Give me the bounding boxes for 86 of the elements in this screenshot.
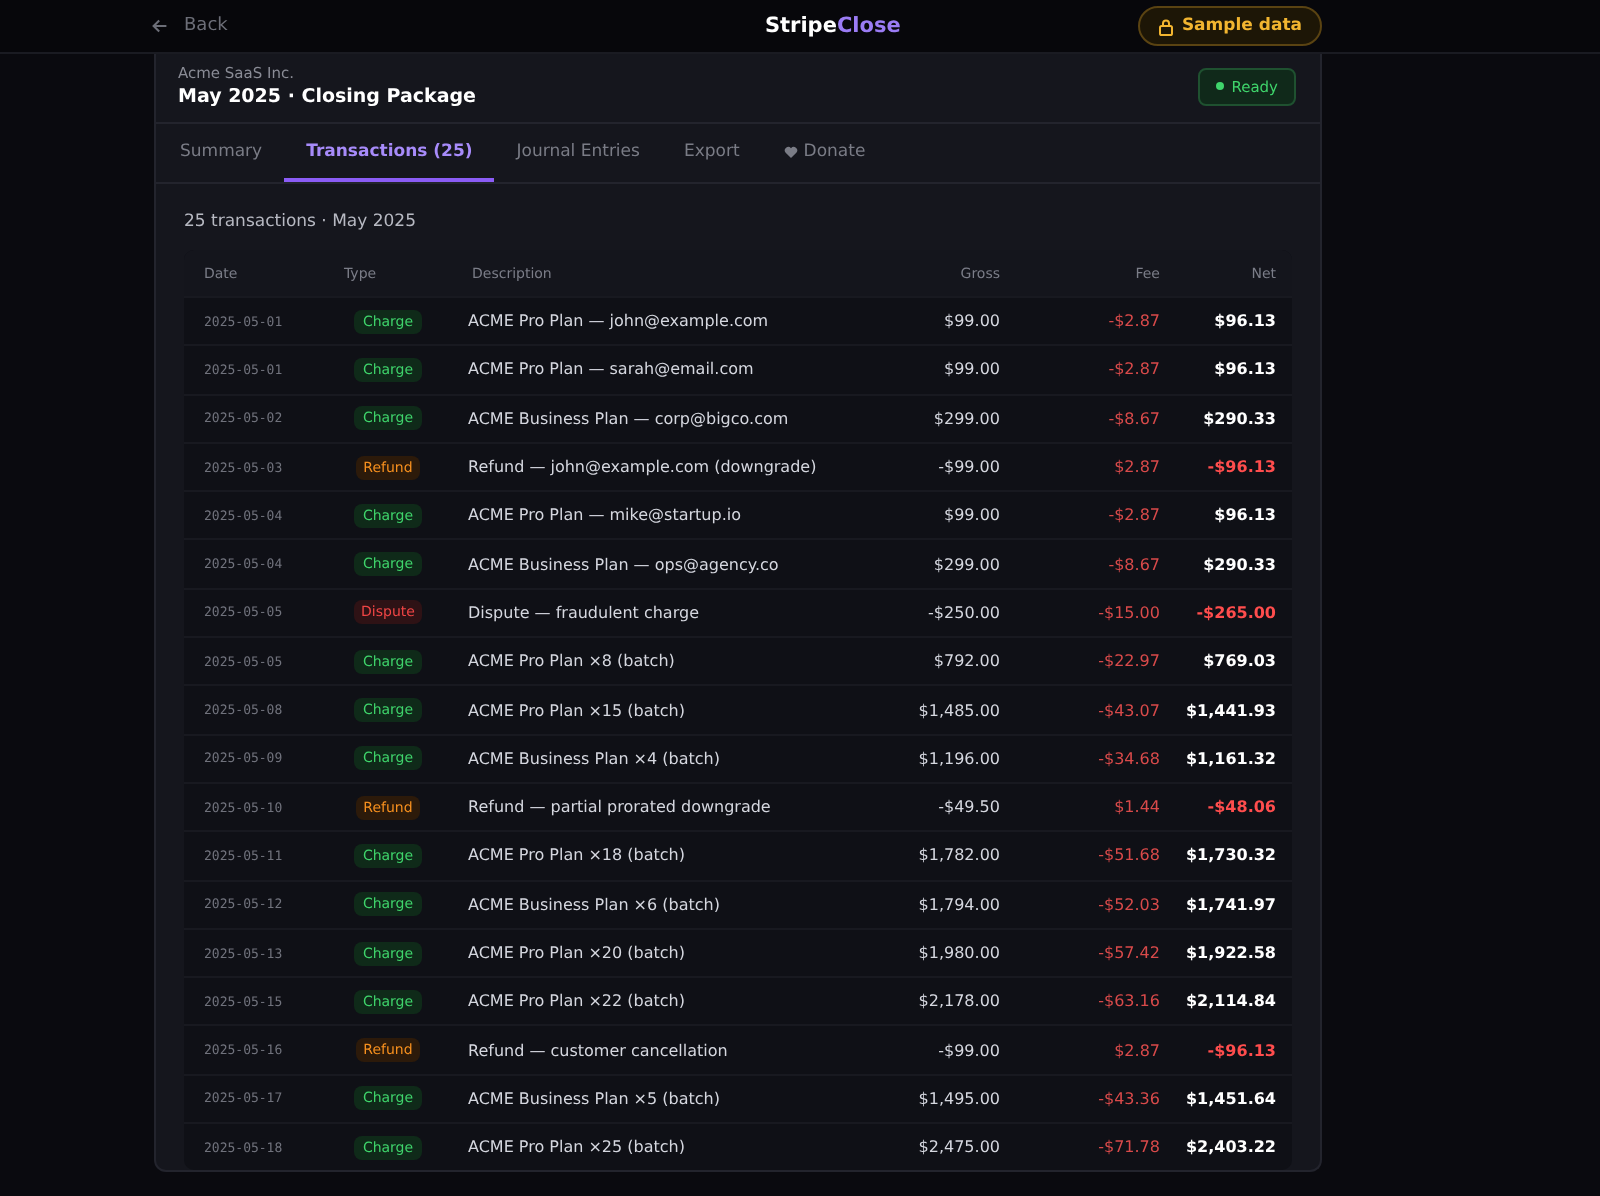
description-cell-text: ACME Pro Plan ×18 (batch) xyxy=(466,846,687,865)
net-cell-text: $290.33 xyxy=(1201,555,1276,574)
description-cell-text: ACME Pro Plan — john@example.com xyxy=(466,312,771,331)
package-title: May 2025 · Closing Package xyxy=(178,86,476,108)
gross-cell-text: -$250.00 xyxy=(926,603,1000,622)
gross-cell-text: $99.00 xyxy=(942,360,1000,379)
gross-cell-text: $1,980.00 xyxy=(916,944,1000,962)
fee-cell-text: -$43.07 xyxy=(1096,701,1160,720)
fee-cell-text: -$43.36 xyxy=(1096,1089,1160,1108)
net-cell-text: $96.13 xyxy=(1212,360,1276,379)
description-cell-text: Refund — john@example.com (downgrade) xyxy=(466,458,819,477)
gross-cell-text: $1,196.00 xyxy=(916,749,1000,768)
tab[interactable]: Donate xyxy=(761,124,888,182)
gross-cell-text: $1,495.00 xyxy=(916,1089,1000,1108)
fee-cell-text: $2.87 xyxy=(1112,458,1160,477)
net-cell-text: $1,922.58 xyxy=(1183,944,1276,962)
fee-cell-text: -$15.00 xyxy=(1096,603,1160,622)
gross-cell-text: $1,794.00 xyxy=(916,895,1000,914)
gross-cell-text: $299.00 xyxy=(931,409,1000,428)
gross-cell-text: -$99.00 xyxy=(936,458,1000,477)
description-cell-text: ACME Business Plan ×6 (batch) xyxy=(466,895,722,914)
description-cell-text: ACME Business Plan ×4 (batch) xyxy=(466,749,722,768)
status-dot-icon xyxy=(1215,82,1224,90)
sample-data-label: Sample data xyxy=(1181,16,1302,36)
gross-cell-text: $299.00 xyxy=(931,555,1000,574)
net-cell-text: $2,403.22 xyxy=(1183,1138,1276,1157)
description-cell-text: Refund — partial prorated downgrade xyxy=(466,798,773,817)
description-cell-text: Refund — customer cancellation xyxy=(466,1041,730,1060)
description-cell-text: ACME Pro Plan ×15 (batch) xyxy=(466,701,687,720)
fee-cell-text: -$2.87 xyxy=(1106,506,1160,525)
fee-cell-text: -$52.03 xyxy=(1096,895,1160,914)
gross-cell-text: $2,178.00 xyxy=(916,992,1000,1011)
net-cell-text: $769.03 xyxy=(1201,652,1276,671)
description-cell-text: ACME Business Plan ×5 (batch) xyxy=(466,1089,722,1108)
fee-cell-text: $1.44 xyxy=(1112,798,1160,817)
net-cell-text: -$96.13 xyxy=(1205,1041,1276,1060)
fee-cell-text: -$22.97 xyxy=(1096,652,1160,671)
description-cell-text: ACME Pro Plan — sarah@email.com xyxy=(466,360,756,379)
gross-cell-text: $2,475.00 xyxy=(916,1138,1000,1157)
fee-cell-text: -$2.87 xyxy=(1106,312,1160,331)
fee-cell-text: -$63.16 xyxy=(1096,992,1160,1011)
back-link[interactable]: Back xyxy=(152,16,228,36)
net-cell-text: $1,161.32 xyxy=(1183,749,1276,768)
description-cell-text: ACME Pro Plan ×22 (batch) xyxy=(466,992,687,1011)
net-cell-text: $290.33 xyxy=(1201,409,1276,428)
description-cell-text: ACME Pro Plan — mike@startup.io xyxy=(466,506,743,525)
net-cell-text: -$265.00 xyxy=(1194,603,1276,622)
net-cell-text: $2,114.84 xyxy=(1183,992,1276,1011)
description-cell-text: ACME Business Plan — corp@bigco.com xyxy=(466,409,791,428)
tab[interactable]: Summary xyxy=(158,124,285,182)
lock-icon xyxy=(1157,17,1174,35)
gross-cell-text: $1,782.00 xyxy=(916,846,1000,865)
heart-icon xyxy=(783,146,798,158)
gross-cell-text: $99.00 xyxy=(942,506,1000,525)
fee-cell-text: -$8.67 xyxy=(1106,555,1160,574)
net-cell-text: $96.13 xyxy=(1212,506,1276,525)
description-cell-text: Dispute — fraudulent charge xyxy=(466,603,701,622)
transactions-summary: 25 transactions · May 2025 xyxy=(184,212,418,232)
description-cell-text: ACME Business Plan — ops@agency.co xyxy=(466,555,781,574)
tab[interactable]: Journal Entries xyxy=(494,124,662,182)
back-arrow-icon xyxy=(152,18,168,34)
gross-cell-text: $792.00 xyxy=(931,652,1000,671)
fee-cell-text: -$57.42 xyxy=(1096,944,1160,962)
gross-cell-text: -$49.50 xyxy=(936,798,1000,817)
description-cell-text: ACME Pro Plan ×8 (batch) xyxy=(466,652,677,671)
fee-cell-text: -$51.68 xyxy=(1096,846,1160,865)
tab[interactable]: Transactions (25) xyxy=(284,124,495,182)
fee-cell-text: -$34.68 xyxy=(1096,749,1160,768)
net-cell-text: -$48.06 xyxy=(1205,798,1276,817)
tab[interactable]: Export xyxy=(661,124,762,182)
net-cell-text: $1,441.93 xyxy=(1183,701,1276,720)
app-logo: StripeClose xyxy=(764,14,901,38)
gross-cell-text: $1,485.00 xyxy=(916,701,1000,720)
fee-cell-text: -$71.78 xyxy=(1096,1138,1160,1157)
net-cell-text: $1,730.32 xyxy=(1183,846,1276,865)
gross-cell-text: $99.00 xyxy=(942,312,1000,331)
fee-cell-text: -$8.67 xyxy=(1106,409,1160,428)
fee-cell-text: -$2.87 xyxy=(1106,360,1160,379)
net-cell-text: $1,741.97 xyxy=(1183,895,1276,914)
gross-cell-text: -$99.00 xyxy=(936,1041,1000,1060)
description-cell-text: ACME Pro Plan ×20 (batch) xyxy=(466,944,687,962)
net-cell-text: $96.13 xyxy=(1212,312,1276,331)
fee-cell-text: $2.87 xyxy=(1112,1041,1160,1060)
description-cell-text: ACME Pro Plan ×25 (batch) xyxy=(466,1138,687,1157)
net-cell-text: $1,451.64 xyxy=(1183,1089,1276,1108)
net-cell-text: -$96.13 xyxy=(1205,458,1276,477)
